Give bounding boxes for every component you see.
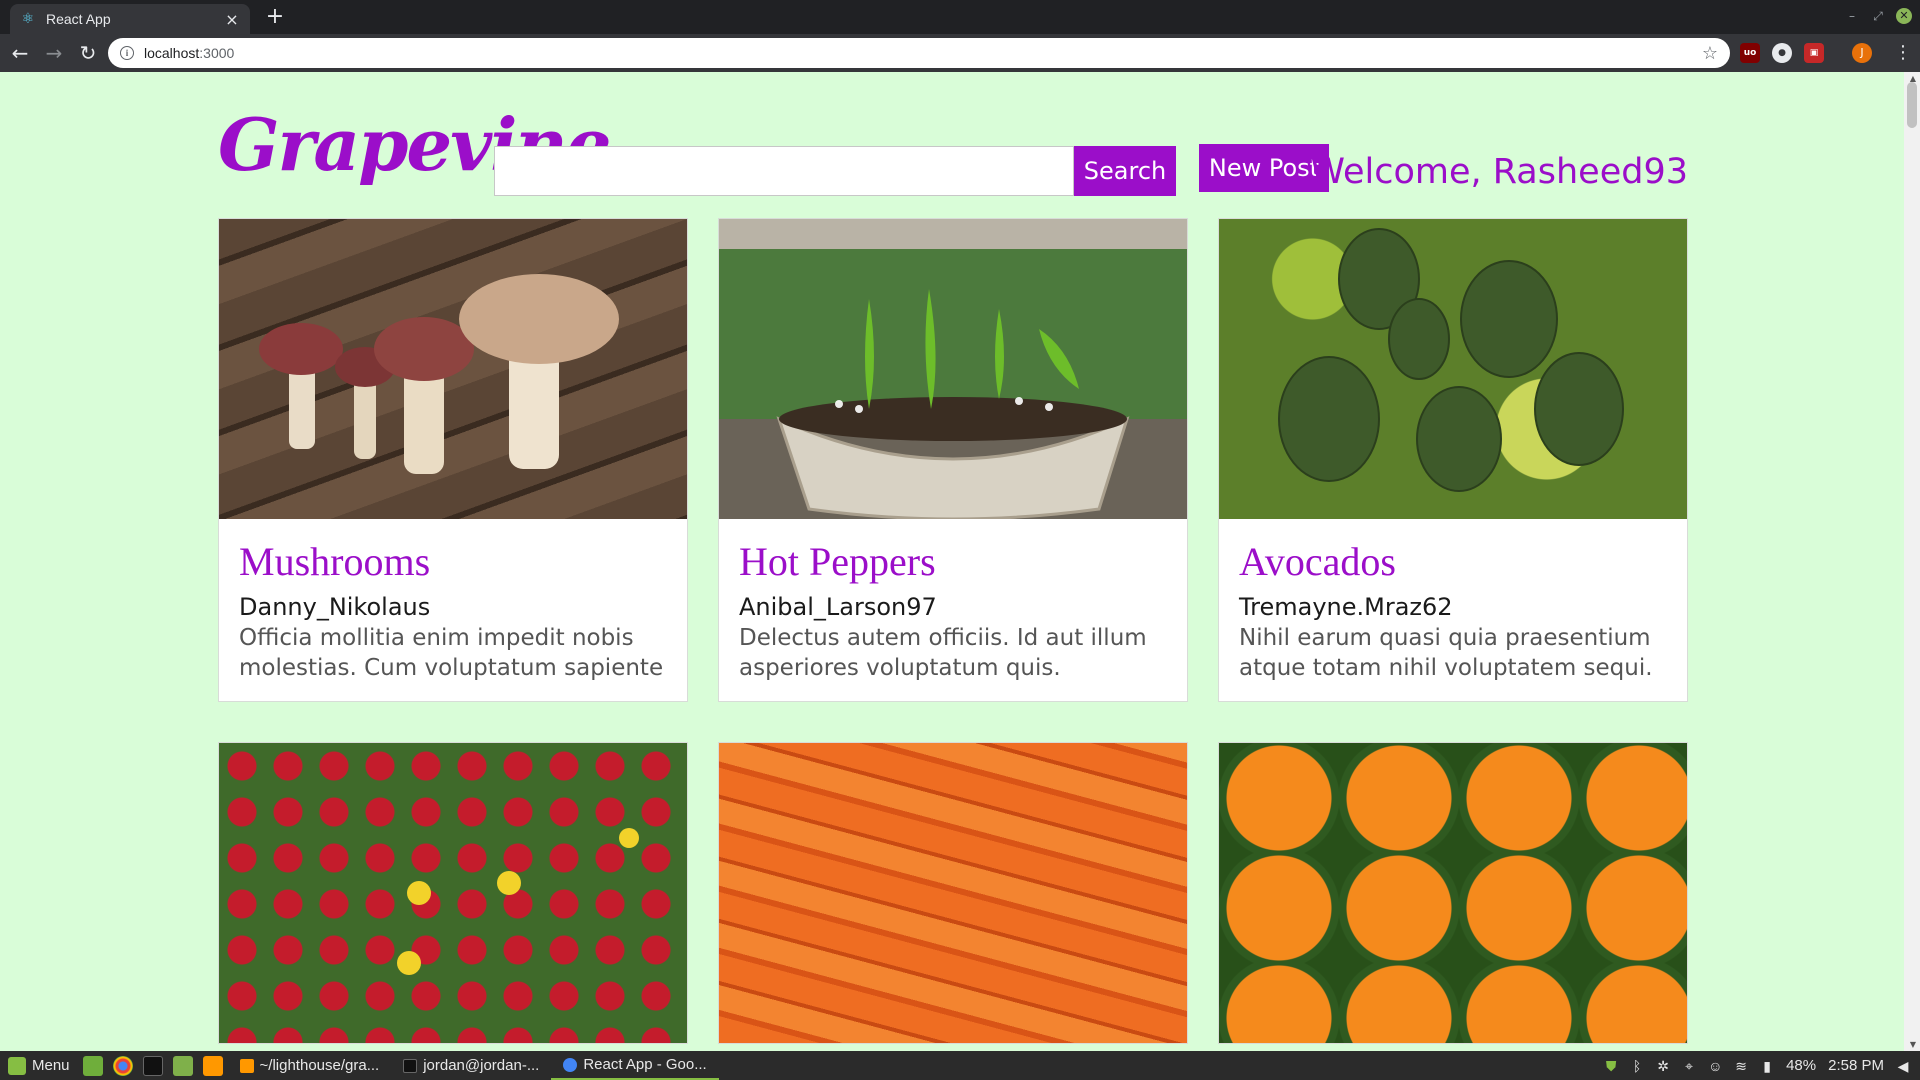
os-taskbar: Menu ~/lighthouse/gra... jordan@jordan-.… xyxy=(0,1051,1920,1080)
post-card[interactable] xyxy=(218,742,688,1044)
task-label: React App - Goo... xyxy=(583,1056,707,1073)
post-card[interactable]: Hot Peppers Anibal_Larson97 Delectus aut… xyxy=(718,218,1188,702)
extension-icon[interactable]: ● xyxy=(1772,42,1792,63)
window-controls: – ⤢ ✕ xyxy=(1844,8,1912,24)
mushroom-1 xyxy=(259,323,343,449)
extension-red-icon[interactable]: ▣ xyxy=(1804,42,1824,63)
post-card-body: Mushrooms Danny_Nikolaus Officia molliti… xyxy=(219,519,687,701)
post-excerpt: Officia mollitia enim impedit nobis mole… xyxy=(239,625,664,681)
post-image-strawberries[interactable] xyxy=(219,743,687,1043)
wifi-icon[interactable]: ≋ xyxy=(1734,1059,1748,1073)
post-author: Tremayne.Mraz62 xyxy=(1239,593,1453,621)
taskbar-task[interactable]: ~/lighthouse/gra... xyxy=(228,1051,392,1080)
post-card-body: Hot Peppers Anibal_Larson97 Delectus aut… xyxy=(719,519,1187,701)
mushroom-4 xyxy=(459,274,619,469)
new-tab-button[interactable]: + xyxy=(262,6,288,28)
terminal-launcher-icon[interactable] xyxy=(142,1055,163,1076)
terminal-icon xyxy=(403,1058,418,1073)
post-author: Danny_Nikolaus xyxy=(239,593,431,621)
tab-title: React App xyxy=(46,11,111,27)
flowers-illustration xyxy=(397,828,639,975)
post-card[interactable] xyxy=(1218,742,1688,1044)
battery-icon[interactable]: ▮ xyxy=(1760,1059,1774,1073)
post-excerpt: Nihil earum quasi quia praesentium atque… xyxy=(1239,625,1653,681)
profile-avatar-icon[interactable]: J xyxy=(1852,42,1872,63)
reload-icon[interactable]: ↻ xyxy=(74,39,102,67)
browser-toolbar: ← → ↻ i localhost:3000 ☆ uo ● ▣ J ⋮ xyxy=(0,34,1920,72)
system-tray: ⛊ ᛒ ✲ ⌖ ☺ ≋ ▮ 48% 2:58 PM ◀ xyxy=(1604,1057,1920,1074)
maximize-icon[interactable]: ⤢ xyxy=(1870,8,1886,24)
post-author: Anibal_Larson97 xyxy=(739,593,937,621)
clock[interactable]: 2:58 PM xyxy=(1828,1057,1884,1074)
url-host: localhost xyxy=(144,45,200,61)
post-title[interactable]: Mushrooms xyxy=(239,537,667,587)
show-desktop-icon[interactable] xyxy=(82,1055,103,1076)
post-card[interactable]: Avocados Tremayne.Mraz62 Nihil earum qua… xyxy=(1218,218,1688,702)
page-viewport: Grapevine Search New Post Welcome, Rashe… xyxy=(0,72,1920,1051)
search-button[interactable]: Search xyxy=(1074,146,1176,196)
volume-icon[interactable]: ◀ xyxy=(1896,1059,1910,1073)
search-input[interactable] xyxy=(494,146,1074,196)
post-excerpt: Delectus autem officiis. Id aut illum as… xyxy=(739,625,1147,681)
mushroom-3 xyxy=(374,317,474,474)
taskbar-task[interactable]: React App - Goo... xyxy=(551,1051,719,1080)
page-scrollbar[interactable]: ▲ ▼ xyxy=(1904,72,1920,1051)
browser-menu-icon[interactable]: ⋮ xyxy=(1894,42,1912,63)
back-arrow-icon[interactable]: ← xyxy=(6,39,34,67)
mint-logo-icon xyxy=(8,1056,26,1075)
tab-close-icon[interactable]: × xyxy=(224,10,240,29)
start-menu-button[interactable]: Menu xyxy=(0,1056,78,1075)
taskbar-task[interactable]: jordan@jordan-... xyxy=(391,1051,551,1080)
sublime-icon xyxy=(239,1058,254,1073)
bluetooth-icon[interactable]: ᛒ xyxy=(1630,1059,1644,1073)
task-label: jordan@jordan-... xyxy=(423,1057,540,1074)
url-text: localhost:3000 xyxy=(144,45,234,61)
chrome-icon xyxy=(563,1057,578,1072)
post-card[interactable]: Mushrooms Danny_Nikolaus Officia molliti… xyxy=(218,218,688,702)
avocados-illustration xyxy=(1278,228,1624,492)
scroll-down-icon[interactable]: ▼ xyxy=(1910,1040,1916,1049)
post-title[interactable]: Hot Peppers xyxy=(739,537,1167,587)
browser-tab-bar: ⚛ React App × + – ⤢ ✕ xyxy=(0,0,1920,34)
mushrooms-illustration xyxy=(259,274,619,474)
site-header: Grapevine Search New Post Welcome, Rashe… xyxy=(218,100,1688,196)
minimize-icon[interactable]: – xyxy=(1844,8,1860,24)
info-icon[interactable]: i xyxy=(120,46,134,60)
bookmark-star-icon[interactable]: ☆ xyxy=(1702,43,1718,64)
scroll-thumb[interactable] xyxy=(1907,82,1917,128)
post-image-oranges[interactable] xyxy=(1219,743,1687,1043)
post-image-peppers[interactable] xyxy=(719,219,1187,519)
location-pin-icon[interactable]: ⌖ xyxy=(1682,1059,1696,1073)
post-image-mushrooms[interactable] xyxy=(219,219,687,519)
extensions-area: uo ● ▣ J ⋮ xyxy=(1740,42,1912,63)
post-card-body: Avocados Tremayne.Mraz62 Nihil earum qua… xyxy=(1219,519,1687,701)
post-image-avocados[interactable] xyxy=(1219,219,1687,519)
shield-icon[interactable]: ⛊ xyxy=(1604,1059,1618,1073)
files-launcher-icon[interactable] xyxy=(172,1055,193,1076)
address-bar[interactable]: i localhost:3000 ☆ xyxy=(108,38,1730,68)
forward-arrow-icon[interactable]: → xyxy=(40,39,68,67)
url-port: :3000 xyxy=(199,45,235,61)
react-favicon-icon: ⚛ xyxy=(21,11,35,27)
post-card[interactable] xyxy=(718,742,1188,1044)
task-label: ~/lighthouse/gra... xyxy=(259,1057,380,1074)
menu-label: Menu xyxy=(32,1057,70,1074)
chrome-launcher-icon[interactable] xyxy=(112,1055,133,1076)
post-image-carrots[interactable] xyxy=(719,743,1187,1043)
ublock-extension-icon[interactable]: uo xyxy=(1740,42,1760,63)
peppers-illustration xyxy=(776,289,1130,519)
sublime-launcher-icon[interactable] xyxy=(202,1055,223,1076)
battery-percent: 48% xyxy=(1786,1057,1817,1074)
browser-tab[interactable]: ⚛ React App × xyxy=(10,4,250,34)
user-icon[interactable]: ☺ xyxy=(1708,1059,1722,1073)
welcome-message: Welcome, Rasheed93 xyxy=(1310,152,1688,192)
settings-gear-icon[interactable]: ✲ xyxy=(1656,1059,1670,1073)
window-close-icon[interactable]: ✕ xyxy=(1896,8,1912,24)
post-title[interactable]: Avocados xyxy=(1239,537,1667,587)
